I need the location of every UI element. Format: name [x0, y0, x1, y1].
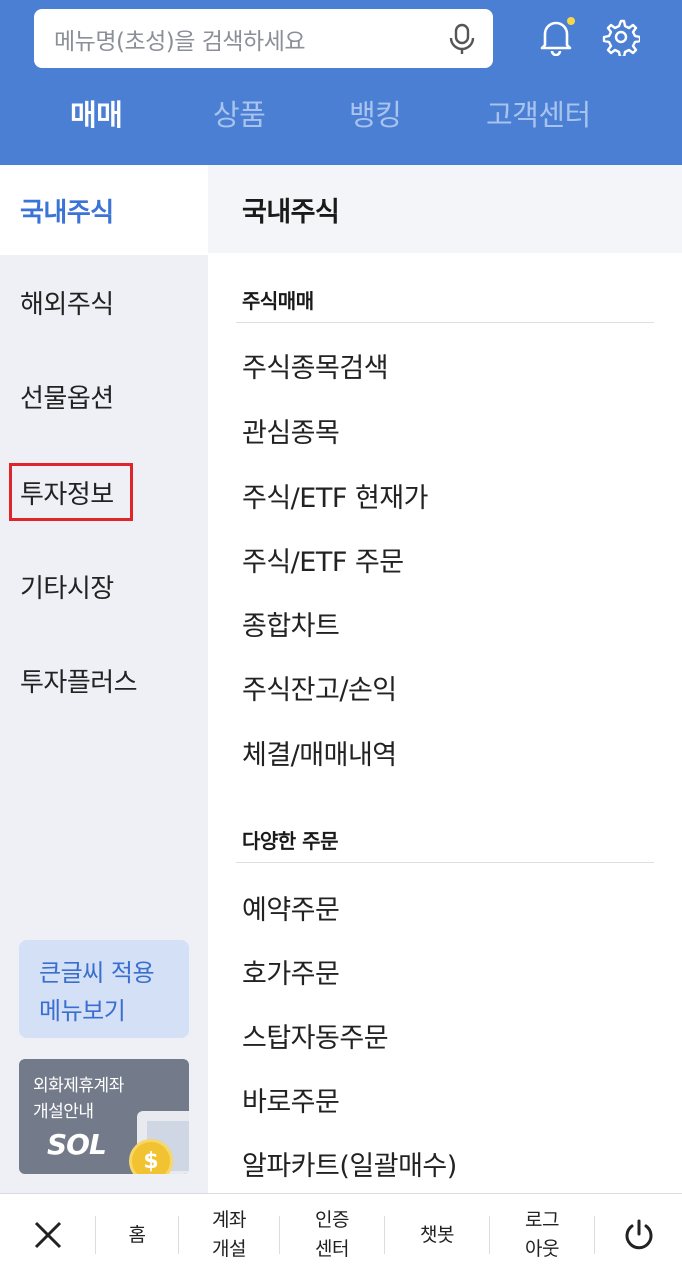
open-account-label-1: 계좌: [212, 1209, 246, 1231]
top-header: 메뉴명(초성)을 검색하세요 매매 상품 뱅킹 고객센터: [0, 0, 682, 165]
section-title-various-orders: 다양한 주문: [242, 829, 338, 853]
auth-center-label-1: 인증: [315, 1209, 349, 1231]
category-sidebar: 국내주식 해외주식 선물옵션 투자정보 기타시장 투자플러스: [0, 165, 208, 1193]
bottom-navigation: 홈 계좌 개설 인증 센터 챗봇 로그 아웃: [0, 1193, 682, 1275]
section-divider: [236, 322, 654, 323]
logout-label-2: 아웃: [525, 1238, 559, 1260]
panel-title: 국내주식: [208, 165, 682, 253]
tab-customer-center[interactable]: 고객센터: [486, 92, 591, 134]
menu-item-quick-order[interactable]: 바로주문: [242, 1080, 340, 1119]
section-title-stock-trading: 주식매매: [242, 289, 314, 313]
chatbot-button[interactable]: 챗봇: [385, 1194, 489, 1275]
category-domestic-stock[interactable]: 국내주식: [0, 165, 208, 255]
coin-symbol: $: [143, 1148, 159, 1174]
menu-item-quote-order[interactable]: 호가주문: [242, 952, 340, 991]
menu-panel: 국내주식 주식매매 주식종목검색 관심종목 주식/ETF 현재가 주식/ETF …: [208, 165, 682, 1193]
close-icon: [34, 1221, 61, 1249]
sol-logo: SOL: [47, 1128, 107, 1161]
menu-item-chart[interactable]: 종합차트: [242, 604, 340, 643]
notification-dot: [567, 17, 575, 25]
section-divider: [236, 862, 654, 863]
highlight-box: [9, 463, 133, 521]
auth-center-button[interactable]: 인증 센터: [280, 1194, 384, 1275]
logout-button[interactable]: 로그 아웃: [490, 1194, 594, 1275]
logout-label-1: 로그: [525, 1209, 559, 1231]
menu-item-reserved-order[interactable]: 예약주문: [242, 888, 340, 927]
power-button[interactable]: [595, 1194, 682, 1275]
home-label: 홈: [128, 1223, 146, 1246]
category-overseas-stock[interactable]: 해외주식: [0, 257, 208, 347]
fx-account-banner[interactable]: 외화제휴계좌 개설안내 SOL $: [19, 1059, 189, 1174]
menu-item-alpha-cart[interactable]: 알파카트(일괄매수): [242, 1144, 457, 1183]
large-font-menu-button[interactable]: 큰글씨 적용 메뉴보기: [19, 940, 189, 1038]
search-placeholder: 메뉴명(초성)을 검색하세요: [54, 28, 306, 55]
main-tab-bar: 매매 상품 뱅킹 고객센터: [0, 92, 682, 144]
menu-item-stop-order[interactable]: 스탑자동주문: [242, 1016, 389, 1055]
category-futures-options[interactable]: 선물옵션: [0, 351, 208, 441]
tab-products[interactable]: 상품: [213, 92, 266, 134]
close-button[interactable]: [0, 1194, 95, 1275]
menu-item-execution-history[interactable]: 체결/매매내역: [242, 733, 397, 772]
gear-icon[interactable]: [602, 18, 640, 56]
chatbot-label: 챗봇: [420, 1223, 454, 1246]
menu-item-order[interactable]: 주식/ETF 주문: [242, 540, 404, 579]
menu-item-current-price[interactable]: 주식/ETF 현재가: [242, 476, 428, 515]
tab-trading[interactable]: 매매: [70, 92, 123, 134]
home-button[interactable]: 홈: [96, 1194, 178, 1275]
menu-item-stock-search[interactable]: 주식종목검색: [242, 346, 389, 385]
category-label: 해외주식: [20, 289, 114, 320]
menu-item-watchlist[interactable]: 관심종목: [242, 411, 340, 450]
power-icon: [625, 1219, 652, 1250]
open-account-label-2: 개설: [212, 1238, 246, 1260]
large-font-line2: 메뉴보기: [39, 997, 126, 1025]
tab-banking[interactable]: 뱅킹: [349, 92, 402, 134]
category-invest-plus[interactable]: 투자플러스: [0, 635, 208, 725]
category-label: 투자플러스: [20, 667, 138, 698]
fx-banner-line1: 외화제휴계좌: [33, 1076, 124, 1096]
auth-center-label-2: 센터: [315, 1238, 349, 1260]
search-input[interactable]: 메뉴명(초성)을 검색하세요: [34, 9, 493, 68]
microphone-icon[interactable]: [447, 23, 477, 55]
category-label: 기타시장: [20, 573, 114, 604]
fx-banner-line2: 개설안내: [33, 1102, 94, 1122]
category-label: 국내주식: [20, 197, 114, 228]
large-font-line1: 큰글씨 적용: [39, 959, 155, 987]
open-account-button[interactable]: 계좌 개설: [179, 1194, 279, 1275]
category-other-markets[interactable]: 기타시장: [0, 541, 208, 631]
menu-item-balance[interactable]: 주식잔고/손익: [242, 668, 397, 707]
category-label: 선물옵션: [20, 383, 114, 414]
